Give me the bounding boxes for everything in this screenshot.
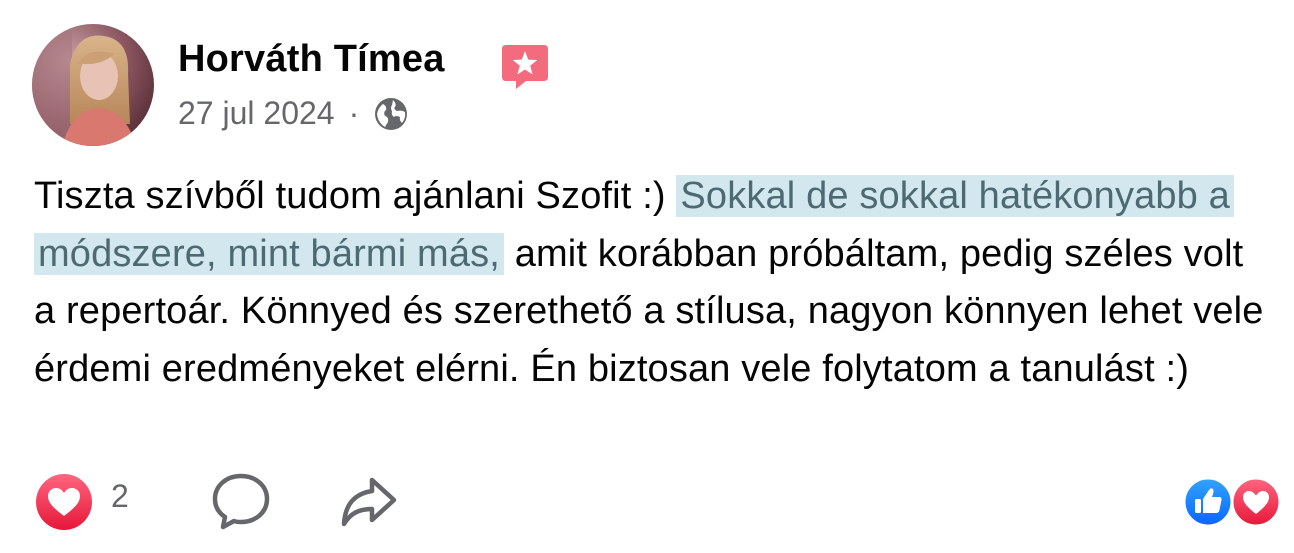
comment-icon [210,470,272,537]
post-text-before: Tiszta szívből tudom ajánlani Szofit :) [34,175,677,217]
meta-separator: · [348,95,360,131]
love-reaction-button[interactable] [34,472,94,537]
globe-icon [373,96,409,132]
post-meta: 27 jul 2024 · [178,95,409,132]
post-card: Horváth Tímea 27 jul 2024 · Tiszta szívb… [0,0,1294,553]
share-button[interactable] [338,472,400,537]
like-icon [1182,476,1234,528]
share-icon [338,472,400,537]
post-text: Tiszta szívből tudom ajánlani Szofit :) … [34,168,1274,398]
post-date[interactable]: 27 jul 2024 [178,95,335,132]
comment-button[interactable] [210,470,272,537]
author-avatar[interactable] [32,24,154,146]
heart-icon [1230,476,1282,528]
heart-reaction-icon [34,472,94,537]
author-name[interactable]: Horváth Tímea [178,38,445,81]
reaction-count[interactable]: 2 [111,478,129,515]
star-badge-icon[interactable] [500,41,550,91]
reaction-summary[interactable] [1182,476,1282,528]
